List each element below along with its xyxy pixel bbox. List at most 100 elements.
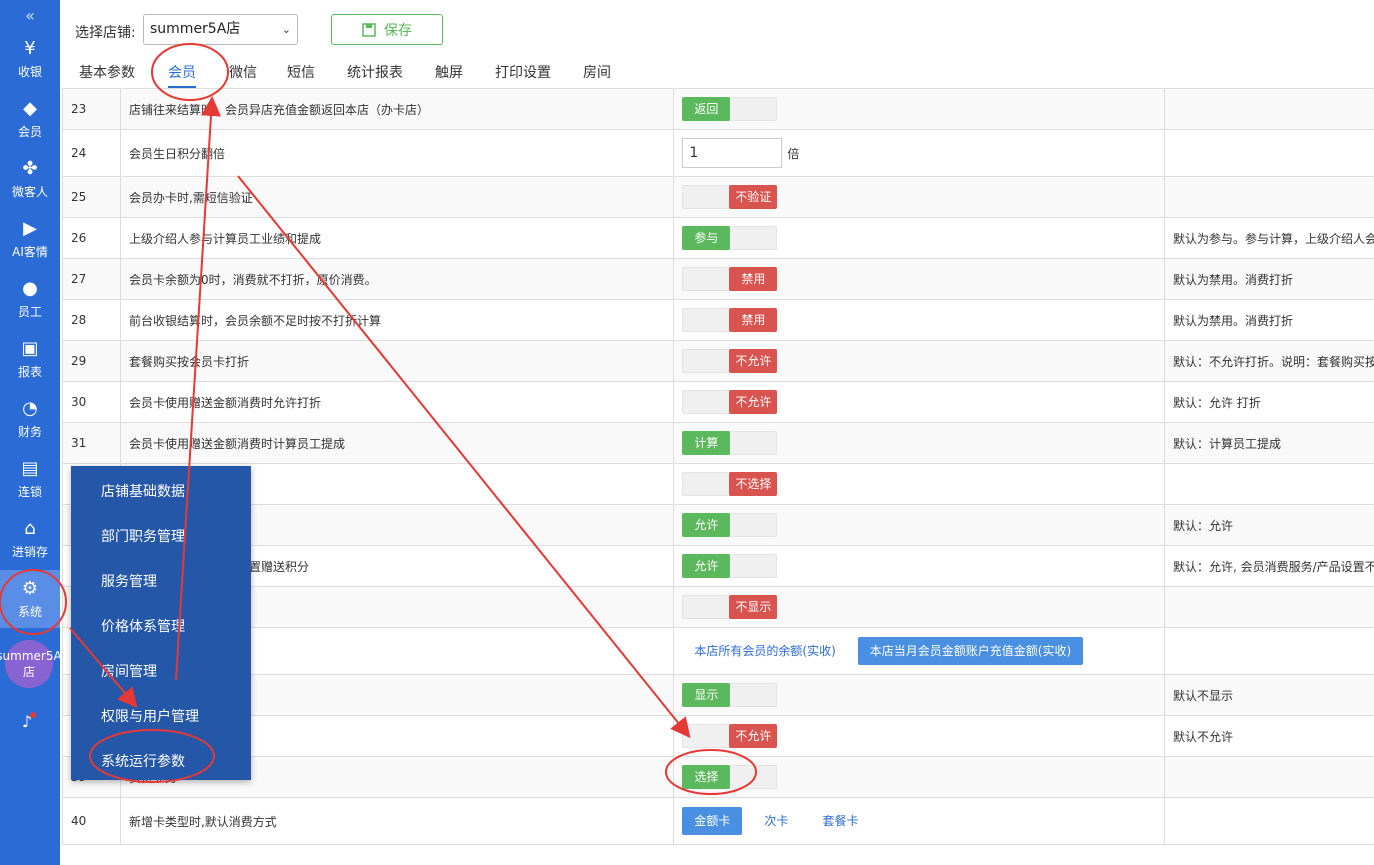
tab-5[interactable]: 触屏 xyxy=(435,58,463,88)
system-popup-menu: 店铺基础数据 部门职务管理 服务管理价格体系管理 房间管理权限与用户管理 系统运行参数 xyxy=(71,466,251,780)
collapse-icon[interactable]: « xyxy=(0,0,60,30)
menu-item-4[interactable]: 房间管理 xyxy=(101,661,157,681)
menu-item-2[interactable]: 服务管理 xyxy=(101,571,157,591)
sidebar-item-label: 微客人 xyxy=(11,184,48,199)
row-control-cell: 选择 xyxy=(673,756,1165,798)
save-label: 保存 xyxy=(384,22,412,39)
tab-4[interactable]: 统计报表 xyxy=(347,58,403,88)
toggle-label: 选择 xyxy=(682,765,731,789)
segment-option[interactable]: 套餐卡 xyxy=(810,807,870,835)
table-row: 27 会员卡余额为0时，消费就不打折，原价消费。 禁用 默认为禁用。消费打折 xyxy=(62,258,1374,300)
tab-0[interactable]: 基本参数 xyxy=(79,58,135,88)
row-control-cell: 1倍 xyxy=(673,129,1165,177)
toggle-switch[interactable]: 禁用 xyxy=(682,267,778,291)
row-description: 套餐购买按会员卡打折 xyxy=(119,340,675,382)
table-row: 32顾客来源不选择 xyxy=(62,463,1374,505)
toggle-switch[interactable]: 不选择 xyxy=(682,472,778,496)
toggle-switch[interactable]: 禁用 xyxy=(682,308,778,332)
toggle-switch[interactable]: 不允许 xyxy=(682,390,778,414)
toggle-switch[interactable]: 允许 xyxy=(682,554,778,578)
sidebar-item-7[interactable]: ▤ 连锁 xyxy=(0,450,60,508)
toggle-switch[interactable]: 计算 xyxy=(682,431,778,455)
table-row: 40 新增卡类型时,默认消费方式 金额卡 次卡 套餐卡 xyxy=(62,797,1374,845)
sidebar-item-9[interactable]: ⚙ 系统 xyxy=(0,570,60,628)
toggle-switch[interactable]: 允许 xyxy=(682,513,778,537)
row-control-cell: 禁用 xyxy=(673,299,1165,341)
sidebar-item-label: 财务 xyxy=(17,424,42,439)
toggle-switch[interactable]: 不验证 xyxy=(682,185,778,209)
row-note xyxy=(1163,586,1374,628)
row-control-cell: 不允许 xyxy=(673,715,1165,757)
tab-2[interactable]: 微信 xyxy=(229,58,257,88)
sidebar-item-8[interactable]: ⌂ 进销存 xyxy=(0,510,60,568)
segment-option[interactable]: 金额卡 xyxy=(682,807,743,835)
row-control-cell: 允许 xyxy=(673,504,1165,546)
row-number: 24 xyxy=(62,129,121,177)
diamond-icon: ◆ xyxy=(23,97,37,119)
row-control-cell: 金额卡 次卡 套餐卡 xyxy=(673,797,1165,845)
menu-item-6[interactable]: 系统运行参数 xyxy=(101,751,185,771)
row-description: 前台收银结算时，会员余额不足时按不打折计算 xyxy=(119,299,675,341)
sidebar-item-4[interactable]: ● 员工 xyxy=(0,270,60,328)
row-number: 29 xyxy=(62,340,121,382)
sidebar: « ¥ 收银 ◆ 会员 ✤ 微客人 ▶ AI客情 ● 员工 ▣ 报表 ◔ 财务 ▤ 连锁 ⌂ 进销存 ⚙ 系统 summ… xyxy=(0,0,62,865)
row-number: 31 xyxy=(62,422,121,464)
segment-option[interactable]: 本店所有会员的余额(实收) xyxy=(682,637,847,665)
segment-option[interactable]: 本店当月会员金额账户充值金额(实收) xyxy=(857,637,1084,665)
row-note: 默认为参与。参与计算，上级介绍人会 xyxy=(1163,217,1374,259)
toggle-switch[interactable]: 不显示 xyxy=(682,595,778,619)
toggle-label: 计算 xyxy=(682,431,731,455)
sidebar-item-label: AI客情 xyxy=(12,244,48,259)
toggle-switch[interactable]: 显示 xyxy=(682,683,778,707)
bell-icon[interactable]: ♪ xyxy=(16,712,38,734)
row-control-cell: 不选择 xyxy=(673,463,1165,505)
row-number: 30 xyxy=(62,381,121,423)
row-note: 默认为禁用。消费打折 xyxy=(1163,299,1374,341)
menu-item-0[interactable]: 店铺基础数据 xyxy=(101,481,185,501)
tab-7[interactable]: 房间 xyxy=(583,58,611,88)
person-icon: ● xyxy=(22,277,38,299)
sidebar-item-2[interactable]: ✤ 微客人 xyxy=(0,150,60,208)
sidebar-item-6[interactable]: ◔ 财务 xyxy=(0,390,60,448)
menu-item-1[interactable]: 部门职务管理 xyxy=(101,526,185,546)
save-button[interactable]: 保存 xyxy=(331,14,443,45)
sidebar-item-5[interactable]: ▣ 报表 xyxy=(0,330,60,388)
clover-icon: ✤ xyxy=(22,157,38,179)
store-avatar[interactable]: summer5A店 xyxy=(0,640,62,688)
row-control-cell: 计算 xyxy=(673,422,1165,464)
toggle-switch[interactable]: 不允许 xyxy=(682,349,778,373)
toggle-switch[interactable]: 选择 xyxy=(682,765,778,789)
tab-6[interactable]: 打印设置 xyxy=(495,58,551,88)
sidebar-item-0[interactable]: ¥ 收银 xyxy=(0,30,60,88)
chevron-down-icon: ⌄ xyxy=(281,23,291,36)
row-control-cell: 参与 xyxy=(673,217,1165,259)
store-select[interactable]: summer5A店 ⌄ xyxy=(143,14,298,45)
row-description: 会员卡使用赠送金额消费时计算员工提成 xyxy=(119,422,675,464)
toggle-label: 返回 xyxy=(682,97,731,121)
row-number: 27 xyxy=(62,258,121,300)
table-row: 35不显示 xyxy=(62,586,1374,628)
row-description: 会员卡余额为0时，消费就不打折，原价消费。 xyxy=(119,258,675,300)
segment-option[interactable]: 次卡 xyxy=(752,807,800,835)
tab-3[interactable]: 短信 xyxy=(287,58,315,88)
home-icon: ⌂ xyxy=(24,517,36,539)
row-number: 23 xyxy=(62,88,121,130)
settings-table: 23 店铺往来结算时，会员异店充值金额返回本店（办卡店） 返回 24 会员生日积分翻倍 1… xyxy=(62,88,1374,845)
tab-1[interactable]: 会员 xyxy=(168,58,196,88)
multiplier-input[interactable]: 1 xyxy=(682,138,783,168)
row-number: 25 xyxy=(62,176,121,218)
toggle-switch[interactable]: 不允许 xyxy=(682,724,778,748)
sidebar-item-label: 报表 xyxy=(17,364,42,379)
toggle-switch[interactable]: 返回 xyxy=(682,97,778,121)
toggle-switch[interactable]: 参与 xyxy=(682,226,778,250)
toggle-label: 禁用 xyxy=(729,267,778,291)
row-control-cell: 禁用 xyxy=(673,258,1165,300)
toggle-label: 允许 xyxy=(682,554,731,578)
menu-item-5[interactable]: 权限与用户管理 xyxy=(101,706,199,726)
row-note xyxy=(1163,176,1374,218)
sidebar-item-3[interactable]: ▶ AI客情 xyxy=(0,210,60,268)
row-control-cell: 本店所有会员的余额(实收) 本店当月会员金额账户充值金额(实收) xyxy=(673,627,1165,675)
menu-item-3[interactable]: 价格体系管理 xyxy=(101,616,185,636)
sidebar-item-1[interactable]: ◆ 会员 xyxy=(0,90,60,148)
row-control-cell: 不允许 xyxy=(673,381,1165,423)
